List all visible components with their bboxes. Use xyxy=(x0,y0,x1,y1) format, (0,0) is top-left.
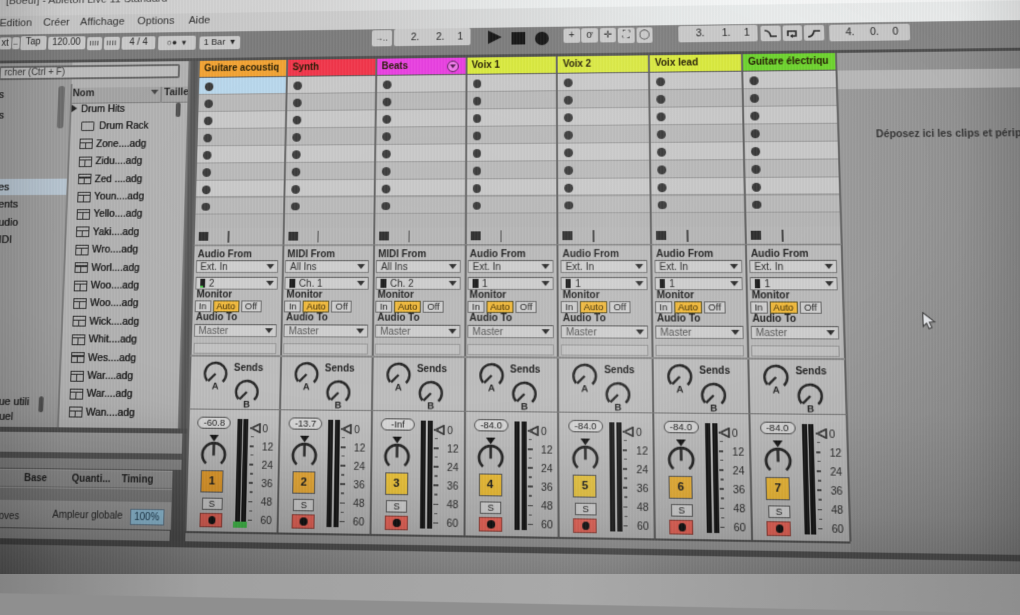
svg-text:B: B xyxy=(427,400,434,411)
svg-text:B: B xyxy=(520,401,527,412)
svg-text:A: A xyxy=(488,382,496,393)
svg-text:B: B xyxy=(807,403,814,414)
svg-text:A: A xyxy=(303,381,311,392)
svg-text:A: A xyxy=(773,384,781,395)
svg-text:A: A xyxy=(395,381,403,392)
svg-text:A: A xyxy=(582,383,590,394)
svg-text:A: A xyxy=(677,383,685,394)
svg-text:B: B xyxy=(710,402,717,413)
svg-text:B: B xyxy=(334,399,341,410)
svg-text:B: B xyxy=(615,401,622,412)
svg-text:A: A xyxy=(212,380,220,391)
svg-text:B: B xyxy=(243,399,250,410)
